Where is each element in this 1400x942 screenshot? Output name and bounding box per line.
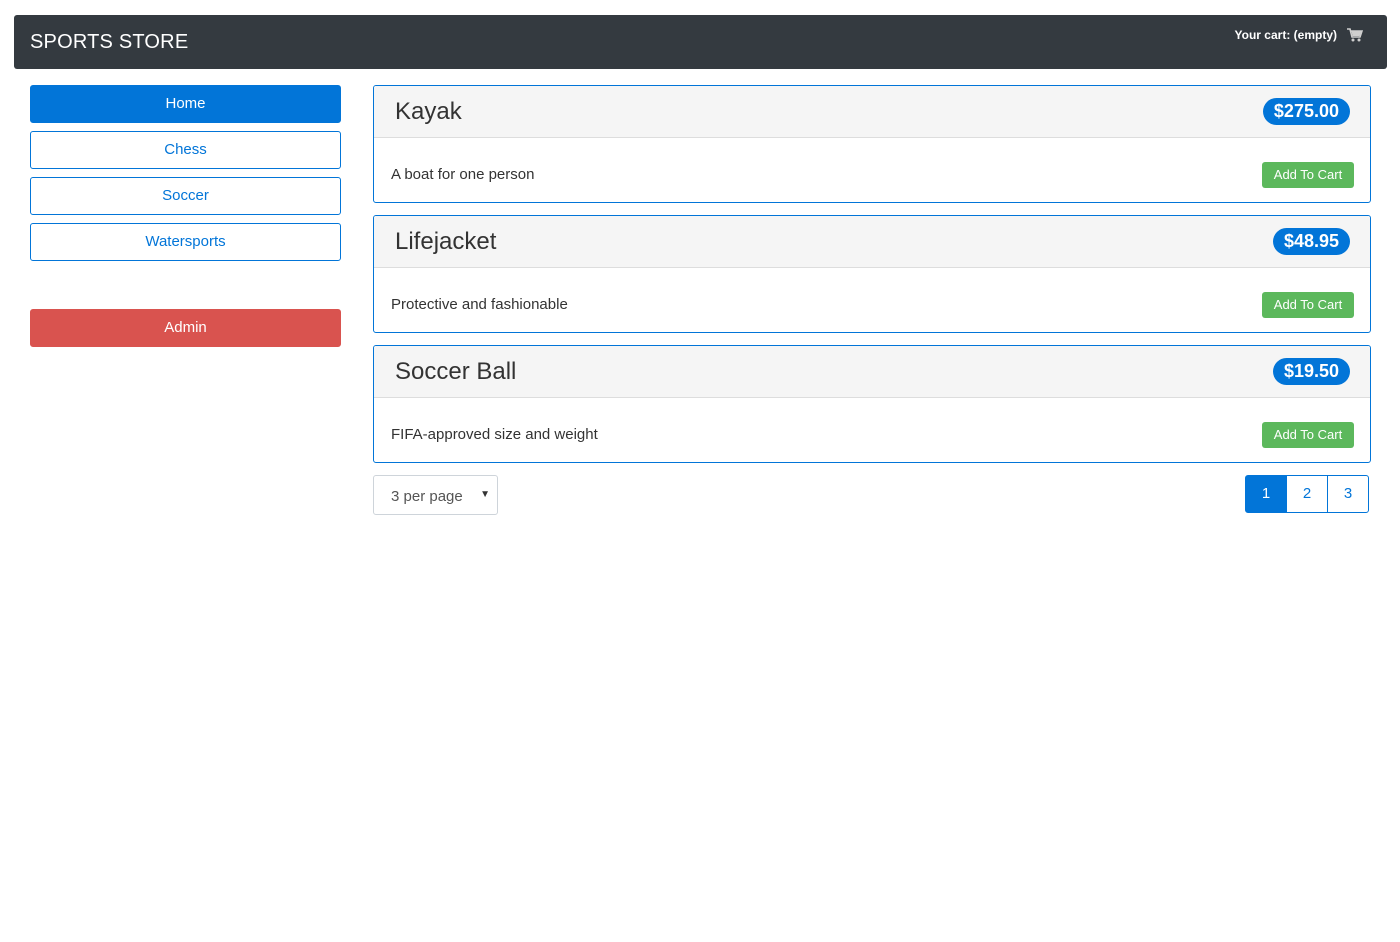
product-card-header: Soccer Ball $19.50 <box>374 346 1370 398</box>
product-name: Lifejacket <box>395 228 497 255</box>
price-badge: $19.50 <box>1272 358 1350 385</box>
add-to-cart-button[interactable]: Add To Cart <box>1262 162 1354 188</box>
cart-summary[interactable]: Your cart: (empty) <box>1235 28 1363 42</box>
pagination: 1 2 3 <box>1245 475 1369 513</box>
product-card-header: Kayak $275.00 <box>374 86 1370 138</box>
product-name: Soccer Ball <box>395 358 517 385</box>
product-card: Soccer Ball $19.50 FIFA-approved size an… <box>373 345 1371 463</box>
per-page-select[interactable]: 3 per page ▼ <box>373 475 498 515</box>
product-list: Kayak $275.00 A boat for one person Add … <box>373 85 1371 475</box>
navbar: SPORTS STORE Your cart: (empty) <box>14 15 1387 69</box>
category-button-watersports[interactable]: Watersports <box>30 223 341 261</box>
caret-down-icon: ▼ <box>480 489 490 500</box>
product-description: FIFA-approved size and weight <box>391 426 598 443</box>
price-badge: $275.00 <box>1262 98 1350 125</box>
product-description: Protective and fashionable <box>391 296 568 313</box>
page-button-3[interactable]: 3 <box>1327 475 1369 513</box>
add-to-cart-button[interactable]: Add To Cart <box>1262 292 1354 318</box>
product-card: Kayak $275.00 A boat for one person Add … <box>373 85 1371 203</box>
add-to-cart-button[interactable]: Add To Cart <box>1262 422 1354 448</box>
cart-status-text: Your cart: (empty) <box>1234 28 1337 42</box>
product-name: Kayak <box>395 98 462 125</box>
category-button-chess[interactable]: Chess <box>30 131 341 169</box>
product-card-header: Lifejacket $48.95 <box>374 216 1370 268</box>
shopping-cart-icon[interactable] <box>1347 28 1363 42</box>
per-page-value: 3 per page <box>391 488 463 505</box>
brand-title[interactable]: SPORTS STORE <box>30 31 188 54</box>
page-button-2[interactable]: 2 <box>1286 475 1328 513</box>
price-badge: $48.95 <box>1272 228 1350 255</box>
category-button-soccer[interactable]: Soccer <box>30 177 341 215</box>
category-sidebar: Home Chess Soccer Watersports Admin <box>30 85 341 347</box>
category-button-home[interactable]: Home <box>30 85 341 123</box>
product-description: A boat for one person <box>391 166 535 183</box>
admin-button[interactable]: Admin <box>30 309 341 347</box>
product-card: Lifejacket $48.95 Protective and fashion… <box>373 215 1371 333</box>
page-button-1[interactable]: 1 <box>1245 475 1287 513</box>
